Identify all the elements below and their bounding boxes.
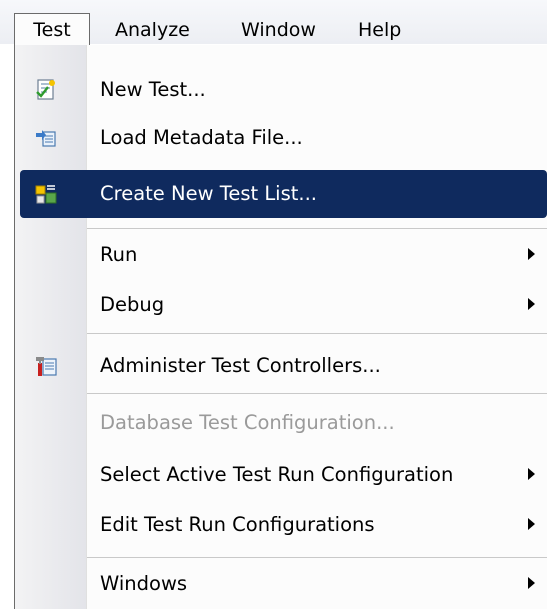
submenu-arrow-icon [528,577,535,589]
menu-item-label: Windows [100,572,188,595]
menu-separator [87,557,547,558]
test-controllers-icon [36,357,57,376]
menu-test[interactable]: Test [14,13,90,46]
menu-item-edit-test-run-configurations[interactable]: Edit Test Run Configurations [15,501,547,549]
submenu-arrow-icon [528,248,535,260]
menu-item-load-metadata-file[interactable]: Load Metadata File... [15,114,547,162]
load-metadata-icon [36,130,56,147]
menu-item-administer-test-controllers[interactable]: Administer Test Controllers... [15,342,547,390]
menu-item-label: Database Test Configuration... [100,411,395,434]
menu-separator [87,333,547,334]
menu-separator [87,228,547,229]
menu-separator [87,393,547,394]
test-list-icon [35,185,57,204]
test-menu-dropdown: New Test... Load Metadata File... Create… [14,45,547,609]
submenu-arrow-icon [528,298,535,310]
menu-analyze[interactable]: Analyze [115,15,190,45]
menu-item-label: Run [100,243,138,266]
menu-item-run[interactable]: Run [15,231,547,279]
menu-help[interactable]: Help [358,15,401,45]
submenu-arrow-icon [528,518,535,530]
menu-item-debug[interactable]: Debug [15,281,547,329]
menu-item-label: Administer Test Controllers... [100,354,381,377]
menu-item-windows[interactable]: Windows [15,560,547,608]
submenu-arrow-icon [528,468,535,480]
menu-item-database-test-configuration: Database Test Configuration... [15,399,547,447]
menu-item-label: New Test... [100,78,206,101]
menu-item-label: Edit Test Run Configurations [100,513,375,536]
menu-item-label: Select Active Test Run Configuration [100,463,454,486]
menu-item-label: Debug [100,293,165,316]
menu-item-select-active-test-run-configuration[interactable]: Select Active Test Run Configuration [15,451,547,499]
menu-item-label: Load Metadata File... [100,126,303,149]
new-test-icon [36,79,55,100]
menu-bar: Test Analyze Window Help [0,0,547,46]
menu-item-label: Create New Test List... [100,182,318,205]
menu-item-new-test[interactable]: New Test... [15,66,547,114]
menu-window[interactable]: Window [241,15,316,45]
menu-item-create-new-test-list[interactable]: Create New Test List... [20,170,547,218]
